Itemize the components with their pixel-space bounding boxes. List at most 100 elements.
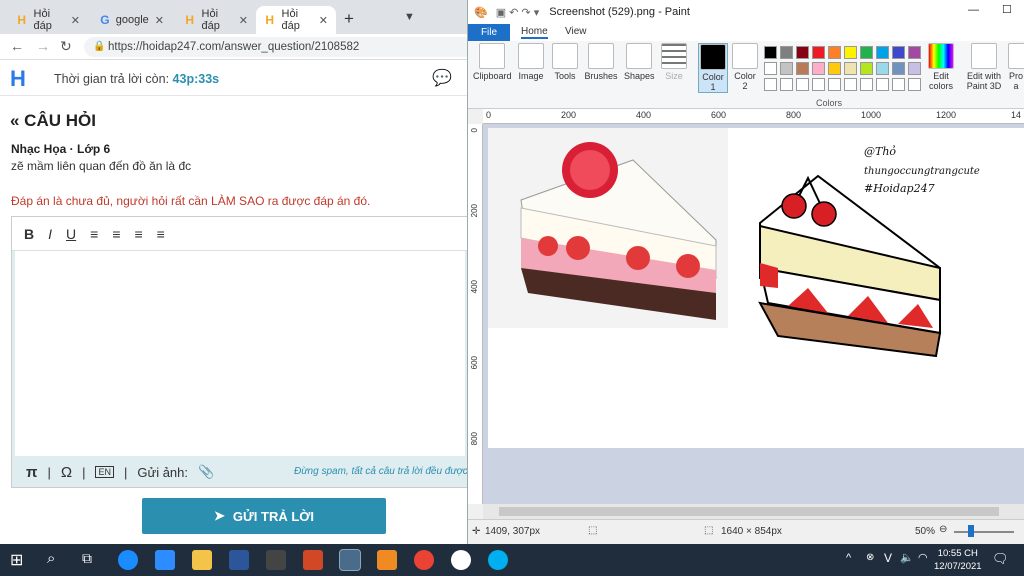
palette-swatch[interactable] xyxy=(892,46,905,59)
justify-button[interactable]: ≡ xyxy=(157,226,165,242)
tab-view[interactable]: View xyxy=(565,26,587,37)
palette-swatch[interactable] xyxy=(764,46,777,59)
network-icon[interactable]: ⊗ xyxy=(866,552,874,563)
italic-button[interactable]: I xyxy=(48,226,52,242)
app-icon[interactable] xyxy=(266,550,286,570)
palette-empty-swatch[interactable] xyxy=(908,78,921,91)
clock[interactable]: 10:55 CH 12/07/2021 xyxy=(934,547,982,573)
underline-button[interactable]: U xyxy=(66,226,76,242)
edit-colors-button[interactable]: Edit colors xyxy=(926,43,956,91)
palette-swatch[interactable] xyxy=(876,62,889,75)
zoom-slider-thumb[interactable] xyxy=(968,525,974,537)
size-button[interactable]: Size xyxy=(659,43,689,81)
palette-swatch[interactable] xyxy=(796,62,809,75)
palette-swatch[interactable] xyxy=(860,46,873,59)
pi-icon[interactable]: π xyxy=(26,464,37,481)
zoom-slider[interactable] xyxy=(954,531,1014,533)
palette-swatch[interactable] xyxy=(764,62,777,75)
forward-icon[interactable]: → xyxy=(36,38,50,54)
palette-empty-swatch[interactable] xyxy=(860,78,873,91)
align-left-button[interactable]: ≡ xyxy=(90,226,98,242)
tab-search-icon[interactable]: ▼ xyxy=(404,11,415,23)
keyboard-icon[interactable]: EN xyxy=(95,466,114,478)
palette-empty-swatch[interactable] xyxy=(892,78,905,91)
search-icon[interactable]: ⌕ xyxy=(47,550,55,567)
skype-icon[interactable] xyxy=(488,550,508,570)
palette-swatch[interactable] xyxy=(780,62,793,75)
align-right-button[interactable]: ≡ xyxy=(134,226,142,242)
bold-button[interactable]: B xyxy=(24,226,34,242)
minimize-icon[interactable]: — xyxy=(968,4,979,16)
palette-swatch[interactable] xyxy=(828,46,841,59)
notification-icon[interactable]: 🗨 xyxy=(992,551,1009,567)
palette-swatch[interactable] xyxy=(908,46,921,59)
task-view-icon[interactable]: ⧉ xyxy=(82,550,92,567)
color2-button[interactable]: Color 2 xyxy=(731,43,759,91)
palette-swatch[interactable] xyxy=(844,46,857,59)
brushes-button[interactable]: Brushes xyxy=(583,43,619,81)
product-alert-button[interactable]: Pro a xyxy=(1008,43,1024,91)
image-button[interactable]: Image xyxy=(516,43,546,81)
palette-swatch[interactable] xyxy=(828,62,841,75)
palette-empty-swatch[interactable] xyxy=(796,78,809,91)
palette-swatch[interactable] xyxy=(812,46,825,59)
tab-1[interactable]: H Hỏi đáp ✕ xyxy=(8,6,88,34)
close-icon[interactable]: ✕ xyxy=(319,14,328,27)
close-icon[interactable]: ✕ xyxy=(239,14,248,27)
palette-swatch[interactable] xyxy=(860,62,873,75)
tray-chevron-icon[interactable]: ^ xyxy=(846,552,851,564)
palette-empty-swatch[interactable] xyxy=(876,78,889,91)
palette-empty-swatch[interactable] xyxy=(828,78,841,91)
app-orange-icon[interactable] xyxy=(377,550,397,570)
app-round-icon[interactable] xyxy=(451,550,471,570)
chrome-icon[interactable] xyxy=(414,550,434,570)
word-icon[interactable] xyxy=(229,550,249,570)
wifi-icon[interactable]: ◠ xyxy=(918,551,928,564)
tab-4-active[interactable]: H Hỏi đáp ✕ xyxy=(256,6,336,34)
palette-empty-swatch[interactable] xyxy=(780,78,793,91)
palette-swatch[interactable] xyxy=(844,62,857,75)
palette-empty-swatch[interactable] xyxy=(764,78,777,91)
edit-paint3d-button[interactable]: Edit with Paint 3D xyxy=(964,43,1004,91)
zoom-icon[interactable] xyxy=(155,550,175,570)
new-tab-button[interactable]: + xyxy=(344,9,354,29)
site-logo[interactable]: H xyxy=(10,66,26,92)
close-icon[interactable]: ✕ xyxy=(71,14,80,27)
windows-start-icon[interactable]: ⊞ xyxy=(10,550,23,570)
quick-access-icons[interactable]: ▣ ↶ ↷ ▾ xyxy=(496,6,540,19)
file-menu[interactable]: File xyxy=(468,24,510,41)
close-icon[interactable]: ✕ xyxy=(155,14,164,27)
file-explorer-icon[interactable] xyxy=(192,550,212,570)
palette-swatch[interactable] xyxy=(812,62,825,75)
back-icon[interactable]: ← xyxy=(10,38,24,54)
submit-answer-button[interactable]: ➤ GỬI TRẢ LỜI xyxy=(142,498,386,534)
palette-swatch[interactable] xyxy=(892,62,905,75)
tab-home[interactable]: Home xyxy=(521,26,548,39)
scroll-thumb[interactable] xyxy=(499,507,999,516)
reload-icon[interactable]: ↻ xyxy=(60,38,72,55)
paperclip-icon[interactable]: 📎 xyxy=(198,464,214,480)
paint-taskbar-icon[interactable] xyxy=(339,549,361,571)
horizontal-scrollbar[interactable] xyxy=(483,504,1024,519)
palette-swatch[interactable] xyxy=(908,62,921,75)
tab-3[interactable]: H Hỏi đáp ✕ xyxy=(176,6,256,34)
answer-textarea[interactable] xyxy=(15,251,465,456)
tab-2[interactable]: G google ✕ xyxy=(92,6,172,34)
drawing-canvas[interactable]: @Thỏ thungoccungtrangcute #Hoidap247 xyxy=(488,128,1024,448)
language-indicator[interactable]: V xyxy=(884,551,892,565)
powerpoint-icon[interactable] xyxy=(303,550,323,570)
color1-button[interactable]: Color 1 xyxy=(698,43,728,93)
palette-swatch[interactable] xyxy=(780,46,793,59)
zoom-out-icon[interactable]: ⊖ xyxy=(939,524,947,535)
tools-button[interactable]: Tools xyxy=(550,43,580,81)
palette-swatch[interactable] xyxy=(876,46,889,59)
shapes-button[interactable]: Shapes xyxy=(624,43,655,81)
palette-empty-swatch[interactable] xyxy=(812,78,825,91)
clipboard-button[interactable]: Clipboard xyxy=(473,43,512,81)
maximize-icon[interactable]: ☐ xyxy=(1002,3,1012,16)
zalo-icon[interactable] xyxy=(118,550,138,570)
volume-icon[interactable]: 🔈 xyxy=(900,551,914,564)
omega-icon[interactable]: Ω xyxy=(61,464,72,481)
align-center-button[interactable]: ≡ xyxy=(112,226,120,242)
palette-swatch[interactable] xyxy=(796,46,809,59)
